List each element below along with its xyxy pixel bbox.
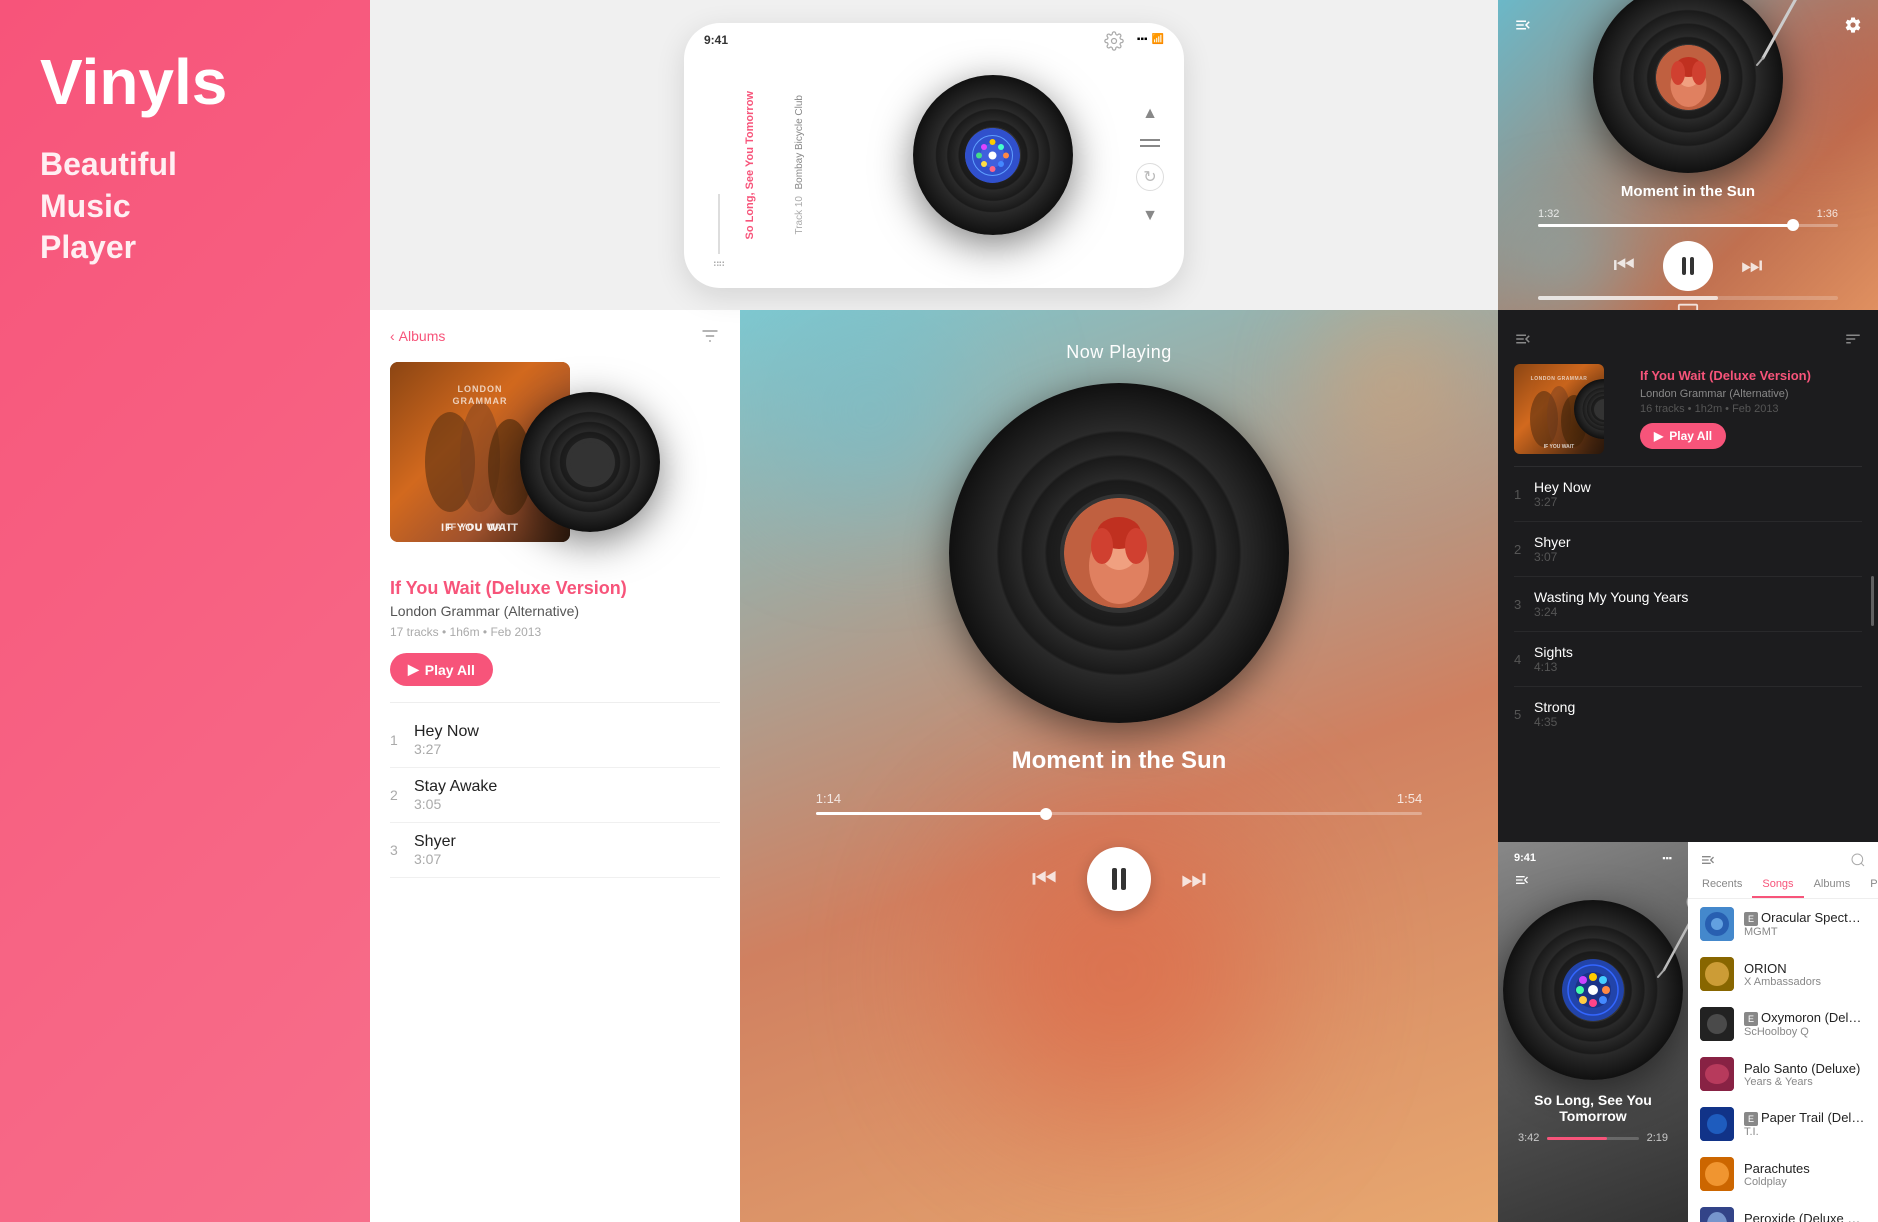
tagline-line2: Music — [40, 186, 330, 228]
song-item-2[interactable]: ORION X Ambassadors — [1688, 949, 1878, 999]
search-icon-library[interactable] — [1850, 852, 1866, 868]
now-playing-progress-bar[interactable] — [816, 812, 1422, 815]
album-artist: London Grammar (Alternative) — [390, 603, 720, 619]
track-title-vertical: So Long, See You Tomorrow — [744, 91, 794, 240]
tab-songs[interactable]: Songs — [1752, 872, 1803, 898]
turntable-bottom-panel: 9:41 ▪▪▪ — [1498, 842, 1688, 1222]
vinyl-record-top — [913, 75, 1073, 235]
settings-icon[interactable] — [1104, 31, 1124, 51]
tagline-line3: Player — [40, 227, 330, 269]
pause-btn-top-right[interactable] — [1663, 241, 1713, 291]
svg-text:LONDON: LONDON — [458, 384, 503, 394]
song-item-7[interactable]: Peroxide (Deluxe Version) Nina Nesbitt — [1688, 1199, 1878, 1222]
rewind-btn-main[interactable]: ⏮ — [1032, 863, 1057, 896]
song-library-panel: Recents Songs Albums Playlists EOracul — [1688, 842, 1878, 1222]
tab-albums[interactable]: Albums — [1804, 872, 1861, 898]
now-playing-vinyl — [949, 383, 1289, 723]
sort-icon-dark[interactable] — [1844, 330, 1862, 348]
phone-time: 9:41 — [704, 33, 728, 47]
battery-icon: ⣿ — [714, 260, 725, 267]
dark-track-list: 1 Hey Now 3:27 2 Shyer 3:07 — [1498, 467, 1878, 741]
svg-text:IF YOU WAIT: IF YOU WAIT — [1544, 444, 1574, 450]
back-albums-btn[interactable]: ‹ Albums — [390, 328, 445, 344]
queue-icon-library[interactable] — [1700, 852, 1716, 868]
play-all-btn[interactable]: ▶ Play All — [390, 653, 493, 686]
song-item-6[interactable]: Parachutes Coldplay — [1688, 1149, 1878, 1199]
album-vinyl-small — [520, 392, 660, 532]
gear-icon-top-right[interactable] — [1844, 16, 1862, 34]
hero-panel: Vinyls Beautiful Music Player — [0, 0, 370, 1222]
top-right-song-title: Moment in the Sun — [1538, 183, 1838, 200]
bottom-progress-bar[interactable] — [1547, 1137, 1638, 1140]
queue-icon-bottom[interactable] — [1514, 872, 1530, 888]
app-name: Vinyls — [40, 50, 330, 114]
play-all-dark-btn[interactable]: ▶ Play All — [1640, 423, 1726, 449]
top-right-vinyl — [1593, 0, 1783, 173]
dark-track-panel: LONDON GRAMMAR IF YOU WAIT If You Wait (… — [1498, 310, 1878, 842]
fastforward-btn-top-right[interactable]: ⏭ — [1741, 252, 1763, 280]
dark-track-3[interactable]: 3 Wasting My Young Years 3:24 — [1514, 577, 1862, 632]
tonearm — [1743, 0, 1813, 73]
dark-track-5[interactable]: 5 Strong 4:35 — [1514, 687, 1862, 741]
top-right-progress[interactable] — [1538, 224, 1793, 227]
song-item-5[interactable]: EPaper Trail (Deluxe Version) T.I. — [1688, 1099, 1878, 1149]
now-playing-song: Moment in the Sun — [816, 747, 1422, 775]
top-right-player-panel: Moment in the Sun 1:32 1:36 ⏮ — [1498, 0, 1878, 310]
progress-time-current: 1:14 — [816, 791, 841, 806]
sort-up-btn[interactable]: ▲ — [1142, 105, 1158, 123]
rotate-btn[interactable]: ↻ — [1136, 163, 1164, 191]
dark-album-title: If You Wait (Deluxe Version) — [1640, 368, 1862, 385]
bottom-right-panels: 9:41 ▪▪▪ — [1498, 842, 1878, 1222]
song-item-3[interactable]: EOxymoron (Deluxe Version) ScHoolboy Q — [1688, 999, 1878, 1049]
song-item-4[interactable]: Palo Santo (Deluxe) Years & Years — [1688, 1049, 1878, 1099]
main-content: 9:41 ▪▪▪ 📶 — [370, 0, 1878, 1222]
tonearm-bottom — [1648, 892, 1688, 982]
track-item-1[interactable]: 1 Hey Now 3:27 — [390, 713, 720, 768]
rewind-btn-top-right[interactable]: ⏮ — [1613, 252, 1635, 280]
tab-recents[interactable]: Recents — [1692, 872, 1752, 898]
sort-down-btn[interactable]: ▼ — [1142, 207, 1158, 225]
dark-album-artist: London Grammar (Alternative) — [1640, 388, 1862, 400]
album-title: If You Wait (Deluxe Version) — [390, 578, 720, 599]
svg-text:LONDON GRAMMAR: LONDON GRAMMAR — [1531, 376, 1588, 382]
pause-btn-main[interactable] — [1087, 847, 1151, 911]
dark-track-1[interactable]: 1 Hey Now 3:27 — [1514, 467, 1862, 522]
fastforward-btn-main[interactable]: ⏭ — [1181, 863, 1206, 896]
album-meta: 17 tracks • 1h6m • Feb 2013 — [390, 625, 720, 639]
dark-track-4[interactable]: 4 Sights 4:13 — [1514, 632, 1862, 687]
tagline-line1: Beautiful — [40, 144, 330, 186]
svg-text:IF YOU WAIT: IF YOU WAIT — [447, 522, 513, 532]
svg-text:GRAMMAR: GRAMMAR — [453, 396, 508, 406]
top-phone-mockup: 9:41 ▪▪▪ 📶 — [684, 23, 1184, 288]
track-list: 1 Hey Now 3:27 2 Stay Awake 3:05 3 — [390, 713, 720, 878]
track-item-2[interactable]: 2 Stay Awake 3:05 — [390, 768, 720, 823]
queue-icon[interactable] — [1514, 16, 1532, 34]
dark-track-2[interactable]: 2 Shyer 3:07 — [1514, 522, 1862, 577]
bottom-turntable-title: So Long, See You Tomorrow — [1518, 1092, 1668, 1124]
dark-album-meta: 16 tracks • 1h2m • Feb 2013 — [1640, 403, 1862, 415]
now-playing-panel: Now Playing — [740, 310, 1498, 1222]
track-subtitle-vertical: Bombay Bicycle Club — [794, 95, 849, 189]
sort-icon[interactable] — [700, 326, 720, 346]
tab-playlists[interactable]: Playlists — [1860, 872, 1878, 898]
airplay-icon[interactable] — [1677, 301, 1699, 311]
menu-icon-dark[interactable] — [1514, 330, 1532, 348]
scroll-indicator-dark — [1871, 576, 1874, 626]
now-playing-label: Now Playing — [1066, 342, 1172, 363]
progress-time-total: 1:54 — [1397, 791, 1422, 806]
track-item-3[interactable]: 3 Shyer 3:07 — [390, 823, 720, 878]
song-list: EOracular Spectacular MGMT ORION X Ambas… — [1688, 899, 1878, 1222]
album-detail-panel: ‹ Albums — [370, 310, 740, 1222]
album-art-container: LONDON GRAMMAR IF YOU WAIT — [390, 362, 720, 562]
song-item-1[interactable]: EOracular Spectacular MGMT — [1688, 899, 1878, 949]
bottom-turntable-vinyl — [1503, 900, 1683, 1080]
